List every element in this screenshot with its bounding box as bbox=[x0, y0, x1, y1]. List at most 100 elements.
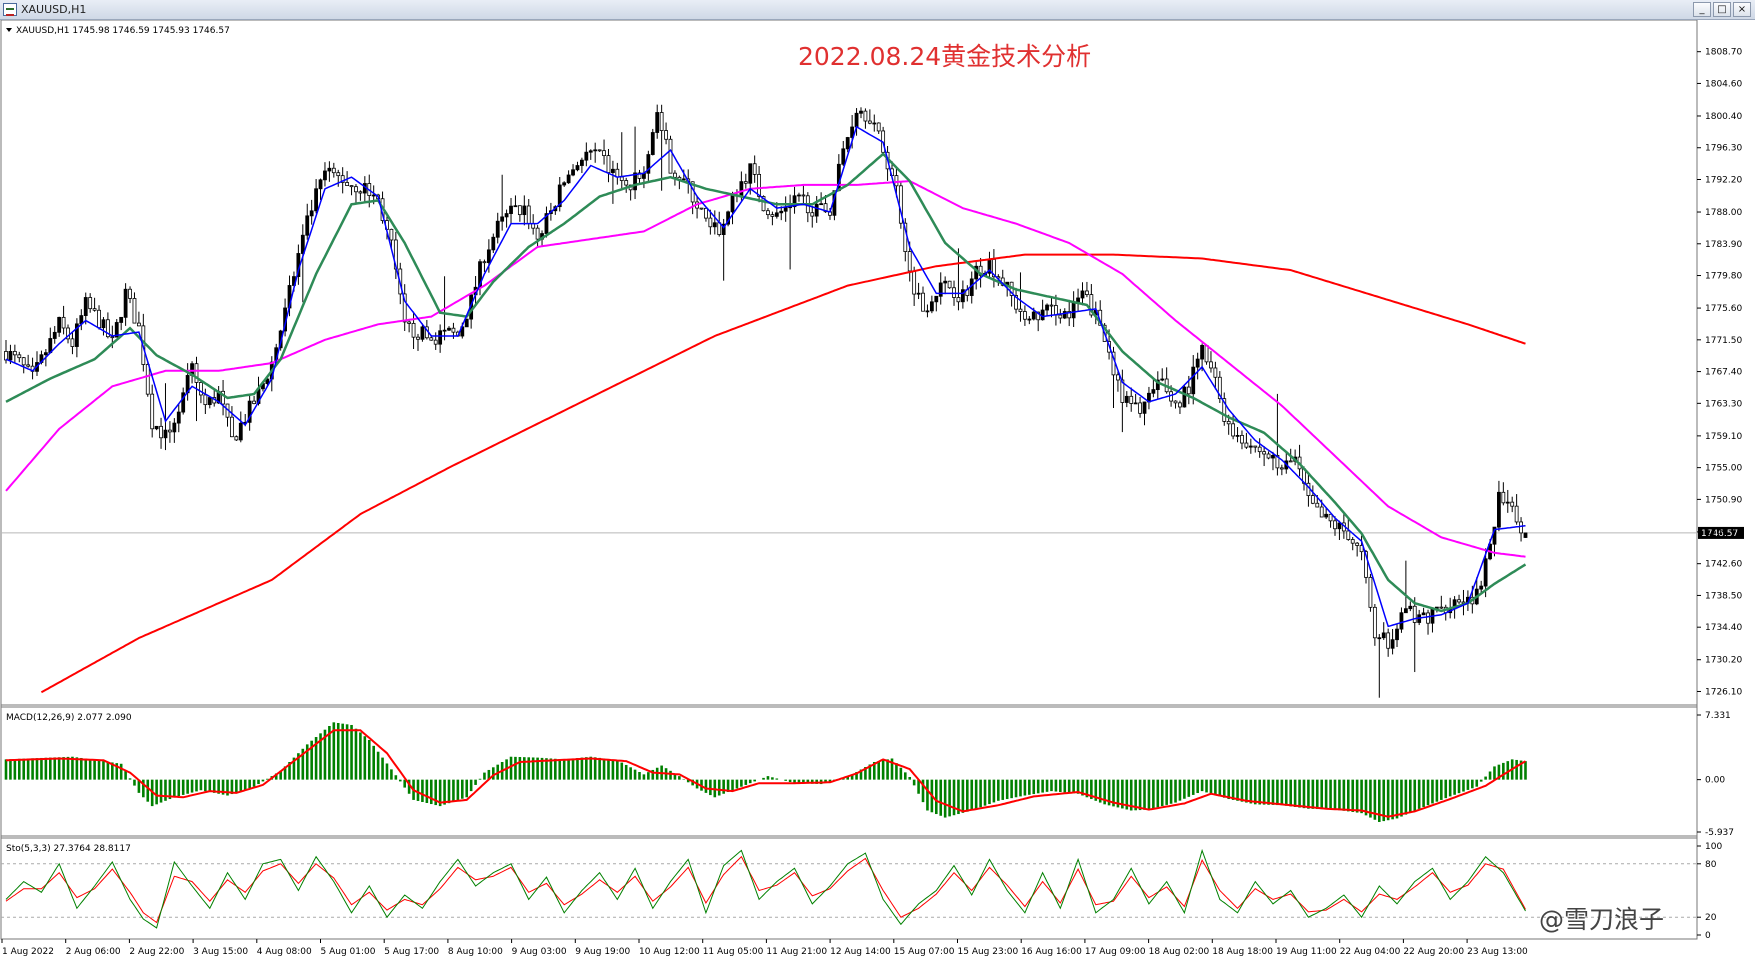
triangle-down-icon[interactable] bbox=[6, 28, 12, 32]
candle-body bbox=[331, 167, 336, 174]
candle-body bbox=[757, 173, 761, 197]
candle-body bbox=[101, 319, 106, 329]
candle-body bbox=[1182, 386, 1187, 408]
candle-body bbox=[1510, 501, 1515, 507]
time-tick-label: 15 Aug 07:00 bbox=[894, 947, 955, 957]
candle-body bbox=[17, 354, 22, 359]
candle-body bbox=[354, 186, 358, 193]
candle-body bbox=[1253, 445, 1258, 448]
price-tick-label: 1759.10 bbox=[1705, 432, 1742, 442]
maximize-button[interactable]: □ bbox=[1713, 2, 1731, 17]
price-tick-label: 1738.50 bbox=[1705, 591, 1742, 601]
candle-body bbox=[1191, 366, 1196, 395]
candle-body bbox=[83, 297, 88, 316]
candle-body bbox=[1049, 304, 1054, 307]
candle-body bbox=[766, 210, 770, 216]
candle-body bbox=[1381, 632, 1386, 639]
time-tick-label: 11 Aug 05:00 bbox=[703, 947, 764, 957]
price-tick-label: 1792.20 bbox=[1705, 175, 1742, 185]
time-tick-label: 3 Aug 15:00 bbox=[193, 947, 248, 957]
candle-body bbox=[730, 195, 735, 213]
candle-body bbox=[176, 411, 181, 424]
time-tick-label: 19 Aug 11:00 bbox=[1276, 947, 1337, 957]
candle-body bbox=[43, 352, 48, 356]
candle-body bbox=[1519, 521, 1523, 534]
candle-body bbox=[1173, 400, 1178, 404]
candle-body bbox=[119, 316, 124, 323]
time-axis: 1 Aug 2022 2 Aug 06:00 2 Aug 22:00 3 Aug 15… bbox=[1, 939, 1528, 957]
candle-body bbox=[943, 280, 948, 284]
minimize-button[interactable]: _ bbox=[1693, 2, 1711, 17]
window-titlebar[interactable]: XAUUSD,H1 _ □ × bbox=[0, 0, 1755, 20]
macd-panel[interactable]: 7.331 0.00 -5.937 bbox=[4, 711, 1734, 838]
candle-body bbox=[1426, 612, 1430, 624]
candle-body bbox=[203, 394, 208, 406]
candle-body bbox=[1151, 389, 1156, 394]
candle-body bbox=[1319, 506, 1324, 518]
candle-body bbox=[509, 205, 513, 214]
time-tick-label: 2 Aug 22:00 bbox=[129, 947, 184, 957]
candle-body bbox=[1412, 605, 1417, 623]
candle-body bbox=[1133, 402, 1138, 405]
candle-body bbox=[1390, 639, 1395, 649]
candle-body bbox=[1085, 290, 1089, 295]
candle-body bbox=[1399, 612, 1404, 630]
price-tick-label: 1808.70 bbox=[1705, 48, 1742, 58]
candle-body bbox=[1421, 612, 1426, 616]
watermark-text: @雪刀浪子 bbox=[1539, 905, 1664, 934]
candle-body bbox=[128, 288, 132, 299]
candle-body bbox=[1439, 606, 1444, 609]
candle-body bbox=[947, 280, 952, 289]
price-tick-label: 1730.20 bbox=[1705, 656, 1742, 666]
candle-body bbox=[708, 217, 713, 228]
price-tick-label: 1775.60 bbox=[1705, 304, 1742, 314]
price-tick-label: 1800.40 bbox=[1705, 112, 1742, 122]
candle-body bbox=[655, 112, 660, 133]
candle-body bbox=[154, 425, 159, 430]
candle-body bbox=[916, 292, 921, 295]
candle-body bbox=[1377, 637, 1382, 640]
candle-body bbox=[21, 357, 26, 366]
stochastic-panel[interactable]: 100 80 20 0 bbox=[1, 842, 1722, 941]
candle-body bbox=[323, 170, 327, 181]
candle-body bbox=[779, 210, 784, 214]
candle-body bbox=[575, 165, 580, 171]
candle-body bbox=[52, 331, 57, 339]
chart-area[interactable]: 1746.57 1808.70 1804.60 1800.40 1796.30 1792… bbox=[0, 20, 1755, 963]
candle-body bbox=[1138, 402, 1142, 414]
candle-body bbox=[495, 220, 500, 238]
candle-body bbox=[1279, 467, 1284, 470]
chart-icon bbox=[3, 3, 17, 16]
price-tick-label: 1763.30 bbox=[1705, 399, 1742, 409]
candle-body bbox=[1288, 460, 1293, 463]
price-panel[interactable]: 1746.57 bbox=[1, 104, 1744, 698]
candle-body bbox=[500, 216, 505, 222]
candle-body bbox=[1195, 358, 1200, 368]
candle-body bbox=[562, 182, 567, 186]
candle-body bbox=[230, 416, 234, 438]
candle-body bbox=[1018, 308, 1023, 312]
candle-body bbox=[1395, 628, 1399, 641]
time-tick-label: 9 Aug 03:00 bbox=[512, 947, 567, 957]
candle-body bbox=[1386, 632, 1391, 649]
price-tick-label: 1742.60 bbox=[1705, 560, 1742, 570]
candle-body bbox=[513, 205, 518, 208]
candle-body bbox=[1457, 599, 1461, 603]
close-button[interactable]: × bbox=[1733, 2, 1751, 17]
ma-mid-line bbox=[5, 152, 1527, 613]
candle-body bbox=[1058, 314, 1063, 319]
candle-body bbox=[110, 336, 115, 339]
candle-body bbox=[389, 228, 394, 241]
candle-body bbox=[1324, 513, 1329, 518]
candle-body bbox=[872, 122, 877, 125]
candle-body bbox=[929, 301, 934, 312]
candle-body bbox=[774, 212, 779, 217]
candle-body bbox=[704, 207, 708, 219]
candle-body bbox=[1310, 495, 1315, 504]
candle-body bbox=[491, 236, 496, 251]
candle-body bbox=[580, 159, 584, 166]
candle-body bbox=[894, 175, 899, 187]
candle-body bbox=[619, 176, 624, 181]
candle-body bbox=[664, 130, 668, 140]
candle-body bbox=[1226, 421, 1231, 425]
